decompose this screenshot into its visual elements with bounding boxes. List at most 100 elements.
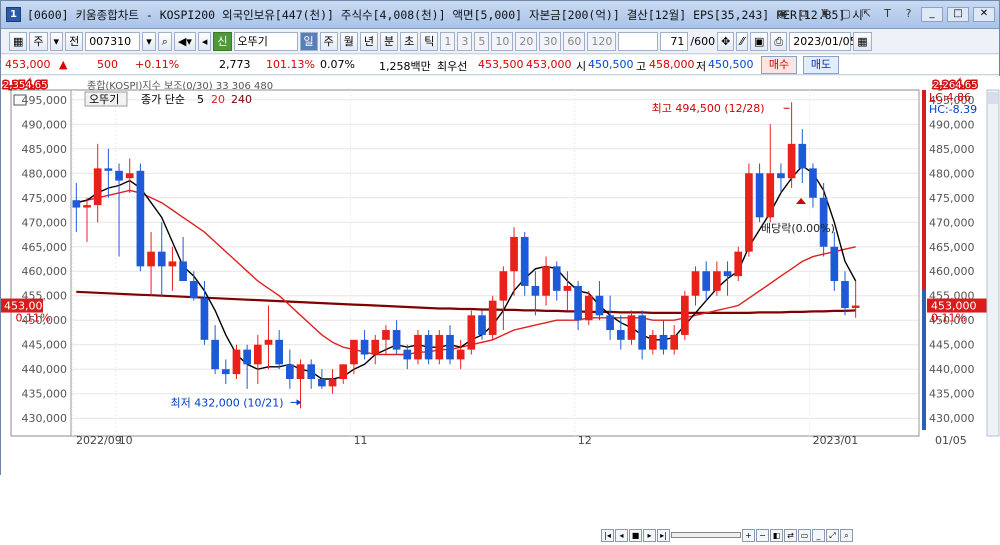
grid-icon[interactable]: ▦ [9,32,28,51]
candle-body [456,349,465,360]
candle-body [745,173,753,252]
scroll-next-icon[interactable]: ▸ [643,528,656,542]
y-tick-label-left: 430,000 [22,412,68,425]
candle-body [328,379,337,387]
calendar-icon[interactable]: ▦ [853,32,872,51]
tab-week[interactable]: 주 [319,32,338,51]
vertical-scrollbar [986,89,1000,437]
interval-60[interactable]: 60 [563,32,586,51]
candle-body [350,339,358,365]
split-icon[interactable]: ◧ [770,528,783,542]
title-bar: 1 [0600] 키움종합차트 - KOSPI200 외국인보유[447(천)]… [1,1,999,29]
maximize-button[interactable]: □ [947,7,969,22]
candle-body [147,251,155,267]
interval-5[interactable]: 5 [474,32,490,51]
tab-tick[interactable]: 틱 [420,32,439,51]
print-icon[interactable]: ⎙ [770,32,788,51]
compare-icon[interactable]: ⇄ [784,528,797,542]
market-select[interactable]: 주 [29,32,48,51]
x-tick-label: 10 [119,434,133,447]
date-input[interactable]: 2023/01/05 [789,32,857,51]
candle-body [648,334,657,350]
candle-body [584,295,593,321]
chart-area[interactable]: 495,000 490,000 485,000 480,000 475,000 470,0… [1,76,1000,542]
candlestick-chart[interactable]: 495,000 490,000 485,000 480,000 475,000 470,0… [1,76,1000,476]
interval-30[interactable]: 30 [539,32,562,51]
ma-legend-label: 종가 단순 [141,93,185,106]
close-button[interactable]: ✕ [973,7,995,22]
chat-icon[interactable]: ◉ [774,7,791,22]
market-dropdown-icon[interactable]: ▾ [49,32,64,51]
candle-body [414,334,422,360]
candle-body [777,173,785,179]
text-size-icon[interactable]: T [879,7,896,22]
scroll-last-icon[interactable]: ▸| [657,528,670,542]
prev-stock-icon[interactable]: ◂ [197,32,212,51]
candle-body [478,315,486,335]
count-input[interactable]: 71 [660,32,689,51]
chart-toolbar: ▦ 주 ▾ 전 007310 ▾ ⌕ ◀▾ ◂ 신 오뚜기 일 주 월 년 분 … [1,30,999,54]
tab-day[interactable]: 일 [299,32,318,51]
best-quote-label: 최우선 [437,60,468,73]
expand-icon[interactable]: ⤢ [826,528,839,542]
search-icon[interactable]: ⌕ [157,32,172,51]
restore-icon[interactable]: ▢ [837,7,854,22]
favorite-icon[interactable]: 신 [213,32,232,51]
y-tick-label-right: 480,000 [929,167,975,180]
interval-20[interactable]: 20 [515,32,538,51]
low-annotation: 최저 432,000 (10/21) [171,396,284,409]
interval-10[interactable]: 10 [491,32,514,51]
scroll-prev-icon[interactable]: ◂ [615,528,628,542]
interval-3[interactable]: 3 [457,32,473,51]
candle-body [296,364,305,380]
tab-year[interactable]: 년 [359,32,379,51]
tab-second[interactable]: 초 [400,32,419,51]
volume-ratio: 101.13% [266,58,315,71]
candle-body [286,364,294,380]
tab-minute[interactable]: 분 [380,32,399,51]
stop-icon[interactable]: ■ [629,528,642,542]
save-icon[interactable]: ▣ [750,32,769,51]
copy-icon[interactable]: ⧉ [795,7,812,22]
crosshair-icon[interactable]: ✥ [717,32,735,51]
candle-body [606,315,614,331]
screen-icon[interactable]: ▭ [798,528,811,542]
candle-body [200,298,209,340]
minimize-button[interactable]: _ [921,7,943,22]
scroll-controls: |◂ ◂ ■ ▸ ▸| + − ◧ ⇄ ▭ _ ⤢ ⌕ [601,525,853,545]
help-icon[interactable]: ? [900,7,917,22]
zoom-in-icon[interactable]: + [742,528,755,542]
stock-code-input[interactable]: 007310 [85,32,141,51]
stock-name-field[interactable]: 오뚜기 [233,32,298,51]
ma240-legend: 240 [231,93,252,106]
y-tick-label-right: 430,000 [929,412,975,425]
zoom-out-icon[interactable]: − [756,528,769,542]
count-total: /600 [690,35,716,48]
candle-body [595,295,604,316]
y-tick-label-left: 495,000 [22,94,68,107]
candle-body [243,349,251,365]
range-select[interactable]: 전 [65,32,84,51]
y-tick-label-right: 460,000 [929,265,975,278]
candle-body [382,330,390,340]
candle-body [531,285,540,296]
sell-button[interactable]: 매도 [803,56,839,74]
ma5-legend: 5 [197,93,204,106]
interval-input[interactable] [618,32,659,51]
minimize-view-icon[interactable]: _ [812,528,825,542]
sound-icon[interactable]: ◀▾ [173,32,196,51]
buy-button[interactable]: 매수 [761,56,797,74]
indicator-icon[interactable]: ⁄⁄ [736,32,749,51]
scroll-track[interactable] [671,532,741,538]
x-tick-label: 01/05 [935,434,967,447]
tab-month[interactable]: 월 [339,32,358,51]
search-view-icon[interactable]: ⌕ [840,528,853,542]
change-percent: +0.11% [135,58,180,71]
scroll-first-icon[interactable]: |◂ [601,528,614,542]
resize-icon[interactable]: ⇱ [858,7,875,22]
lock-icon[interactable]: ♜ [816,7,833,22]
app-number-badge[interactable]: 1 [6,7,21,22]
interval-120[interactable]: 120 [587,32,617,51]
interval-1[interactable]: 1 [440,32,456,51]
code-dropdown-icon[interactable]: ▾ [142,32,156,51]
